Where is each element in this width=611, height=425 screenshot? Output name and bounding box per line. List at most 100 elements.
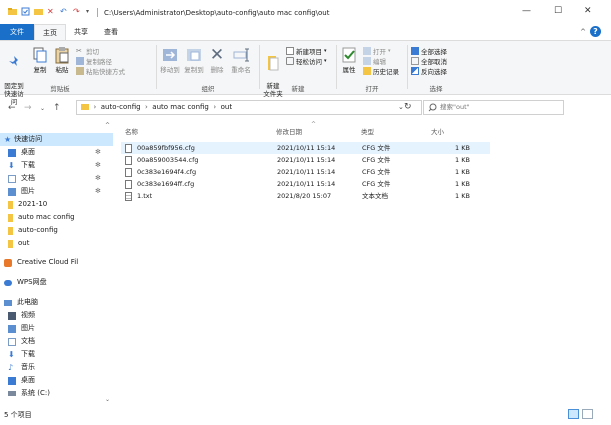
picture-icon bbox=[8, 324, 16, 333]
history-button[interactable]: 历史记录 bbox=[363, 66, 399, 76]
large-icons-view-icon[interactable] bbox=[582, 409, 593, 419]
edit-button[interactable]: 编辑 bbox=[363, 56, 386, 66]
breadcrumb-auto-mac-config[interactable]: auto mac config bbox=[152, 103, 209, 111]
pin-quick-access-button[interactable]: 固定到 快速访问 bbox=[2, 46, 26, 106]
forward-icon[interactable]: → bbox=[24, 103, 32, 113]
nav-pc-pictures[interactable]: 图片 bbox=[0, 322, 113, 335]
address-dropdown-icon[interactable]: ⌄ bbox=[398, 103, 404, 111]
select-all-button[interactable]: 全部选择 bbox=[411, 46, 447, 56]
rename-icon bbox=[233, 48, 249, 62]
music-icon: ♪ bbox=[8, 362, 14, 372]
nav-item-auto-config[interactable]: auto-config bbox=[0, 224, 113, 237]
delete-button[interactable]: ✕ 删除 bbox=[207, 46, 227, 74]
column-header-size[interactable]: 大小 bbox=[431, 126, 444, 136]
pin-icon[interactable]: ✻ bbox=[95, 146, 101, 159]
cloud-icon bbox=[4, 279, 12, 286]
breadcrumb-auto-config[interactable]: auto-config bbox=[101, 103, 141, 111]
select-none-button[interactable]: 全部取消 bbox=[411, 56, 447, 66]
invert-selection-button[interactable]: 反向选择 bbox=[411, 66, 447, 76]
rename-button[interactable]: 重命名 bbox=[229, 46, 253, 74]
easy-access-button[interactable]: 轻松访问 ▾ bbox=[286, 56, 327, 66]
customize-qa-dropdown-icon[interactable]: ▾ bbox=[86, 8, 89, 15]
column-header-name[interactable]: 名称 bbox=[125, 126, 138, 136]
nav-item-desktop[interactable]: 桌面 ✻ bbox=[0, 146, 113, 159]
new-item-button[interactable]: 新建项目 ▾ bbox=[286, 46, 327, 56]
nav-this-pc[interactable]: 此电脑 bbox=[0, 296, 113, 309]
copy-path-button[interactable]: 复制路径 bbox=[76, 56, 112, 66]
properties-button[interactable]: 属性 bbox=[339, 46, 359, 74]
select-none-icon bbox=[411, 57, 419, 65]
tab-share[interactable]: 共享 bbox=[66, 24, 96, 40]
nav-wps[interactable]: WPS网盘 bbox=[0, 276, 113, 289]
file-row[interactable]: 0c383e1694f4.cfg 2021/10/11 15:14 CFG 文件… bbox=[121, 166, 490, 178]
breadcrumb-out[interactable]: out bbox=[221, 103, 232, 111]
close-button[interactable]: ✕ bbox=[584, 6, 592, 16]
nav-label: 此电脑 bbox=[17, 298, 38, 306]
pin-icon[interactable]: ✻ bbox=[95, 159, 101, 172]
column-header-modified[interactable]: 修改日期 bbox=[276, 126, 302, 136]
column-header-type[interactable]: 类型 bbox=[361, 126, 374, 136]
nav-label: Creative Cloud Fil bbox=[17, 258, 79, 266]
nav-label: 快速访问 bbox=[14, 135, 43, 143]
file-row[interactable]: 1.txt 2021/8/20 15:07 文本文档 1 KB bbox=[121, 190, 490, 202]
ribbon-controls: ^ ? bbox=[580, 26, 601, 37]
dropdown-arrow-icon: ▾ bbox=[324, 48, 327, 54]
nav-pc-drive-c[interactable]: 系统 (C:) bbox=[0, 387, 113, 400]
copy-to-icon bbox=[187, 49, 201, 61]
back-icon[interactable]: ← bbox=[8, 103, 16, 113]
paste-shortcut-button[interactable]: 粘贴快捷方式 bbox=[76, 66, 125, 76]
ribbon-collapse-icon[interactable]: ^ bbox=[580, 28, 586, 36]
tab-view[interactable]: 查看 bbox=[96, 24, 126, 40]
nav-item-out[interactable]: out bbox=[0, 237, 113, 250]
help-icon[interactable]: ? bbox=[590, 26, 601, 37]
nav-item-downloads[interactable]: ⬇ 下载 ✻ bbox=[0, 159, 113, 172]
nav-item-2021-10[interactable]: 2021-10 bbox=[0, 198, 113, 211]
details-view-icon[interactable] bbox=[568, 409, 579, 419]
undo-icon[interactable]: ↶ bbox=[60, 7, 69, 16]
nav-pc-videos[interactable]: 视频 bbox=[0, 309, 113, 322]
redo-icon[interactable]: ↷ bbox=[73, 7, 82, 16]
new-folder-icon[interactable] bbox=[34, 7, 43, 16]
close-x-icon[interactable]: ✕ bbox=[47, 7, 56, 16]
quick-access-toolbar: ✕ ↶ ↷ ▾ bbox=[8, 7, 89, 16]
download-icon: ⬇ bbox=[8, 349, 15, 359]
scroll-up-icon[interactable]: ^ bbox=[105, 122, 110, 129]
nav-item-pictures[interactable]: 图片 ✻ bbox=[0, 185, 113, 198]
copy-to-button[interactable]: 复制到 bbox=[183, 46, 205, 74]
move-to-button[interactable]: 移动到 bbox=[159, 46, 181, 74]
file-row[interactable]: 0c383e1694ff.cfg 2021/10/11 15:14 CFG 文件… bbox=[121, 178, 490, 190]
paste-button[interactable]: 粘贴 bbox=[52, 46, 72, 74]
dropdown-arrow-icon: ▾ bbox=[324, 58, 327, 64]
address-bar[interactable]: › auto-config › auto mac config › out bbox=[76, 100, 422, 115]
file-row[interactable]: 00a859003544.cfg 2021/10/11 15:14 CFG 文件… bbox=[121, 154, 490, 166]
pin-icon[interactable]: ✻ bbox=[95, 172, 101, 185]
maximize-button[interactable]: ☐ bbox=[554, 6, 562, 16]
nav-pc-downloads[interactable]: ⬇ 下载 bbox=[0, 348, 113, 361]
tab-home[interactable]: 主页 bbox=[34, 24, 66, 40]
paste-shortcut-label: 粘贴快捷方式 bbox=[86, 68, 125, 76]
picture-icon bbox=[8, 187, 16, 196]
refresh-icon[interactable]: ↻ bbox=[404, 102, 412, 112]
nav-item-auto-mac-config[interactable]: auto mac config bbox=[0, 211, 113, 224]
open-button[interactable]: 打开 ▾ bbox=[363, 46, 391, 56]
search-box[interactable]: 搜索"out" bbox=[423, 100, 564, 115]
nav-quick-access[interactable]: ★ 快速访问 bbox=[0, 133, 113, 146]
up-icon[interactable]: ↑ bbox=[53, 103, 61, 113]
file-row[interactable]: 00a859fbf956.cfg 2021/10/11 15:14 CFG 文件… bbox=[121, 142, 490, 154]
nav-creative-cloud[interactable]: Creative Cloud Fil bbox=[0, 256, 113, 269]
cut-button[interactable]: ✂ 剪切 bbox=[76, 46, 99, 56]
properties-icon[interactable] bbox=[21, 7, 30, 16]
nav-pc-music[interactable]: ♪ 音乐 bbox=[0, 361, 113, 374]
tab-file[interactable]: 文件 bbox=[0, 24, 34, 40]
pin-icon[interactable]: ✻ bbox=[95, 185, 101, 198]
scroll-down-icon[interactable]: ⌄ bbox=[105, 396, 110, 403]
nav-label: 下载 bbox=[21, 161, 35, 169]
minimize-button[interactable]: — bbox=[522, 6, 531, 16]
recent-locations-icon[interactable]: ⌄ bbox=[40, 105, 45, 112]
nav-item-documents[interactable]: 文档 ✻ bbox=[0, 172, 113, 185]
nav-pc-documents[interactable]: 文档 bbox=[0, 335, 113, 348]
nav-pc-desktop[interactable]: 桌面 bbox=[0, 374, 113, 387]
copy-button[interactable]: 复制 bbox=[30, 46, 50, 74]
new-item-label: 新建项目 bbox=[296, 48, 322, 56]
navigation-scrollbar[interactable]: ^ ⌄ bbox=[104, 122, 112, 405]
